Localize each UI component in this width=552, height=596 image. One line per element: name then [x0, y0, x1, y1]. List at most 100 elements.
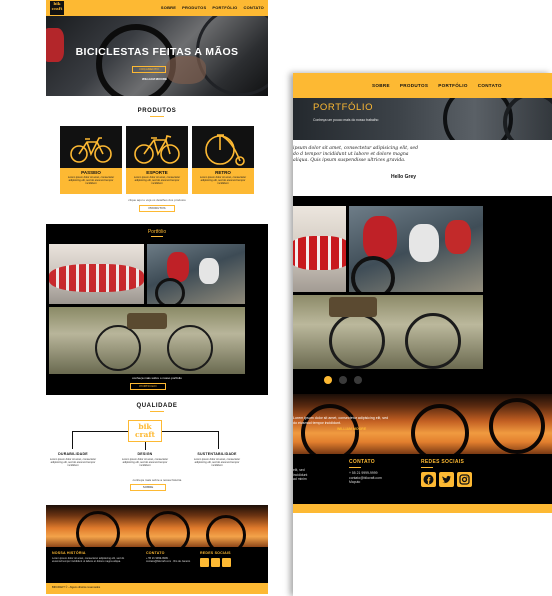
nav-menu: SOBRE PRODUTOS PORTFÓLIO CONTATO — [161, 5, 264, 10]
product-card-esporte[interactable]: ESPORTE Lorem ipsum dolor sit amet, cons… — [126, 126, 188, 194]
page-title: PORTFÓLIO — [313, 102, 374, 113]
quality-item-design: DESIGN Lorem ipsum dolor sit amet, conse… — [120, 452, 170, 468]
vintage-basket-shape — [329, 297, 377, 317]
connector-line — [72, 431, 73, 449]
quality-item-sustainability: SUSTENTABILIDADE Lorem ipsum dolor sit a… — [192, 452, 242, 468]
portfolio-note: conheça mais sobre o nosso portfolio — [132, 376, 182, 380]
portfolio-banner: PORTFÓLIO Conheça um pouco mais do nosso… — [293, 98, 552, 140]
page-subtitle: Conheça um pouco mais do nosso trabalho — [313, 118, 379, 122]
instagram-icon[interactable] — [457, 472, 472, 487]
nav-item-contato[interactable]: CONTATO — [478, 83, 502, 88]
silhouette-wheel — [206, 515, 246, 547]
instagram-icon[interactable] — [222, 558, 231, 567]
sunset-quote-section: Lorem ipsum dolor sit amet, consectetur … — [293, 394, 552, 454]
silhouette-wheel — [411, 404, 469, 454]
footer-contact: CONTATO + 55 21 9999-9999 · contato@bikc… — [146, 551, 192, 564]
quality-note: conheça mais sobre a nossa história — [132, 478, 182, 482]
testimonial-text: ipsum dolor sit amet, consectetur adipis… — [293, 146, 419, 164]
nav-item-portfolio[interactable]: PORTFÓLIO — [212, 5, 237, 10]
race-wheel-shape — [351, 256, 395, 292]
product-desc: Lorem ipsum dolor sit amet, consectetur … — [199, 176, 247, 186]
footer-history-text: Lorem ipsum dolor sit amet, consectetur … — [52, 557, 125, 564]
twitter-icon[interactable] — [439, 472, 454, 487]
race-rider-shape — [199, 258, 219, 284]
facebook-icon[interactable] — [200, 558, 209, 567]
nav-item-sobre[interactable]: SOBRE — [372, 83, 390, 88]
portfolio-photo-red-bikes[interactable] — [49, 244, 144, 304]
facebook-icon[interactable] — [421, 472, 436, 487]
footer-phone[interactable]: + 55 21 9999-9999 — [349, 471, 382, 476]
gallery-dot-1[interactable] — [324, 376, 332, 384]
twitter-icon[interactable] — [211, 558, 220, 567]
nav-item-portfolio[interactable]: PORTFÓLIO — [438, 83, 468, 88]
hero-author: WILLIAM MOORE — [142, 77, 167, 81]
footer-social-title: REDES SOCIAIS — [200, 551, 231, 555]
products-section: PRODUTOS PASSEIO Lorem ipsum dolor sit a… — [46, 96, 268, 224]
connector-line — [162, 431, 218, 432]
product-name: ESPORTE — [146, 170, 168, 175]
footer-bottom-bar — [293, 504, 552, 513]
red-bike-shapes — [293, 236, 346, 270]
hero-quote-button[interactable]: ORÇAMENTO — [132, 66, 166, 73]
hero-section: BICICLESTAS FEITAS A MÃOS ORÇAMENTO WILL… — [46, 16, 268, 96]
road-bike-icon — [134, 135, 180, 164]
portfolio-button[interactable]: PORTFOLIO — [130, 383, 166, 390]
city-bike-icon — [70, 137, 112, 163]
footer-contact-text: + 55 21 9999-9999 · contato@bikcraft.com… — [146, 557, 191, 564]
vintage-wheel-shape — [167, 325, 213, 371]
footer-history-title: NOSSA HISTÓRIA — [52, 551, 86, 555]
footer-history-fragment: elit, sed incididunt ad minim — [293, 468, 307, 482]
vintage-wheel-shape — [329, 313, 385, 369]
footer-history: NOSSA HISTÓRIA Lorem ipsum dolor sit ame… — [52, 551, 132, 564]
quality-item-name: DESIGN — [137, 452, 153, 456]
connector-line — [218, 431, 219, 449]
footer-contact-title: CONTATO — [146, 551, 165, 555]
hero-photo-wheel — [96, 24, 176, 96]
portfolio-photo-race[interactable] — [147, 244, 245, 304]
products-note: clique aqui e veja os detalhes dos produ… — [128, 198, 186, 202]
portfolio-page-preview: SOBRE PRODUTOS PORTFÓLIO CONTATO PORTFÓL… — [293, 73, 552, 596]
products-button[interactable]: PRODUTOS — [139, 205, 175, 212]
footer-social: REDES SOCIAIS — [200, 551, 260, 567]
product-name: PASSEIO — [81, 170, 101, 175]
nav-item-produtos[interactable]: PRODUTOS — [400, 83, 428, 88]
gallery-dot-3[interactable] — [354, 376, 362, 384]
portfolio-grid — [49, 244, 264, 374]
sunset-quote-author: WILLIAM MOORE — [337, 427, 367, 431]
quality-item-desc: Lorem ipsum dolor sit amet, consectetur … — [193, 458, 241, 468]
portfolio-photo-race[interactable] — [349, 206, 483, 292]
nav-item-sobre[interactable]: SOBRE — [161, 5, 176, 10]
silhouette-wheel — [489, 398, 545, 454]
race-rider-shape — [445, 220, 471, 254]
footer-contact-title: CONTATO — [349, 459, 375, 468]
red-bike-shapes — [49, 264, 144, 292]
quality-item-desc: Lorem ipsum dolor sit amet, consectetur … — [49, 458, 97, 468]
gallery-dot-2[interactable] — [339, 376, 347, 384]
product-card-retro[interactable]: RETRO Lorem ipsum dolor sit amet, consec… — [192, 126, 254, 194]
portfolio-photo-vintage[interactable] — [49, 307, 245, 374]
product-name: RETRO — [215, 170, 231, 175]
race-rider-shape — [363, 216, 397, 260]
vintage-basket-shape — [127, 313, 167, 329]
brand-logo[interactable]: bik craft — [50, 1, 64, 15]
product-desc: Lorem ipsum dolor sit amet, consectetur … — [133, 176, 181, 186]
footer-location: Maputo — [349, 480, 361, 485]
about-button[interactable]: SOBRE — [130, 484, 166, 491]
site-footer: elit, sed incididunt ad minim CONTATO + … — [293, 454, 552, 513]
nav-item-produtos[interactable]: PRODUTOS — [182, 5, 206, 10]
vintage-wheel-shape — [405, 313, 461, 369]
social-links — [421, 472, 472, 487]
nav-item-contato[interactable]: CONTATO — [243, 5, 264, 10]
silhouette-wheel — [76, 511, 120, 547]
quality-item-name: DURABILIDADE — [58, 452, 88, 456]
quality-item-durability: DURABILIDADE Lorem ipsum dolor sit amet,… — [48, 452, 98, 468]
portfolio-photo-vintage[interactable] — [293, 295, 483, 369]
testimonial: ipsum dolor sit amet, consectetur adipis… — [293, 140, 552, 196]
quality-item-name: SUSTENTABILIDADE — [197, 452, 237, 456]
product-card-passeio[interactable]: PASSEIO Lorem ipsum dolor sit amet, cons… — [60, 126, 122, 194]
footer-contact-list: + 55 21 9999-9999 contato@bikcraft.com M… — [349, 471, 382, 485]
hero-photo-hand — [166, 56, 206, 84]
race-wheel-shape — [155, 278, 185, 304]
portfolio-photo-red-bikes[interactable] — [293, 206, 346, 292]
top-nav: SOBRE PRODUTOS PORTFÓLIO CONTATO — [293, 73, 552, 98]
